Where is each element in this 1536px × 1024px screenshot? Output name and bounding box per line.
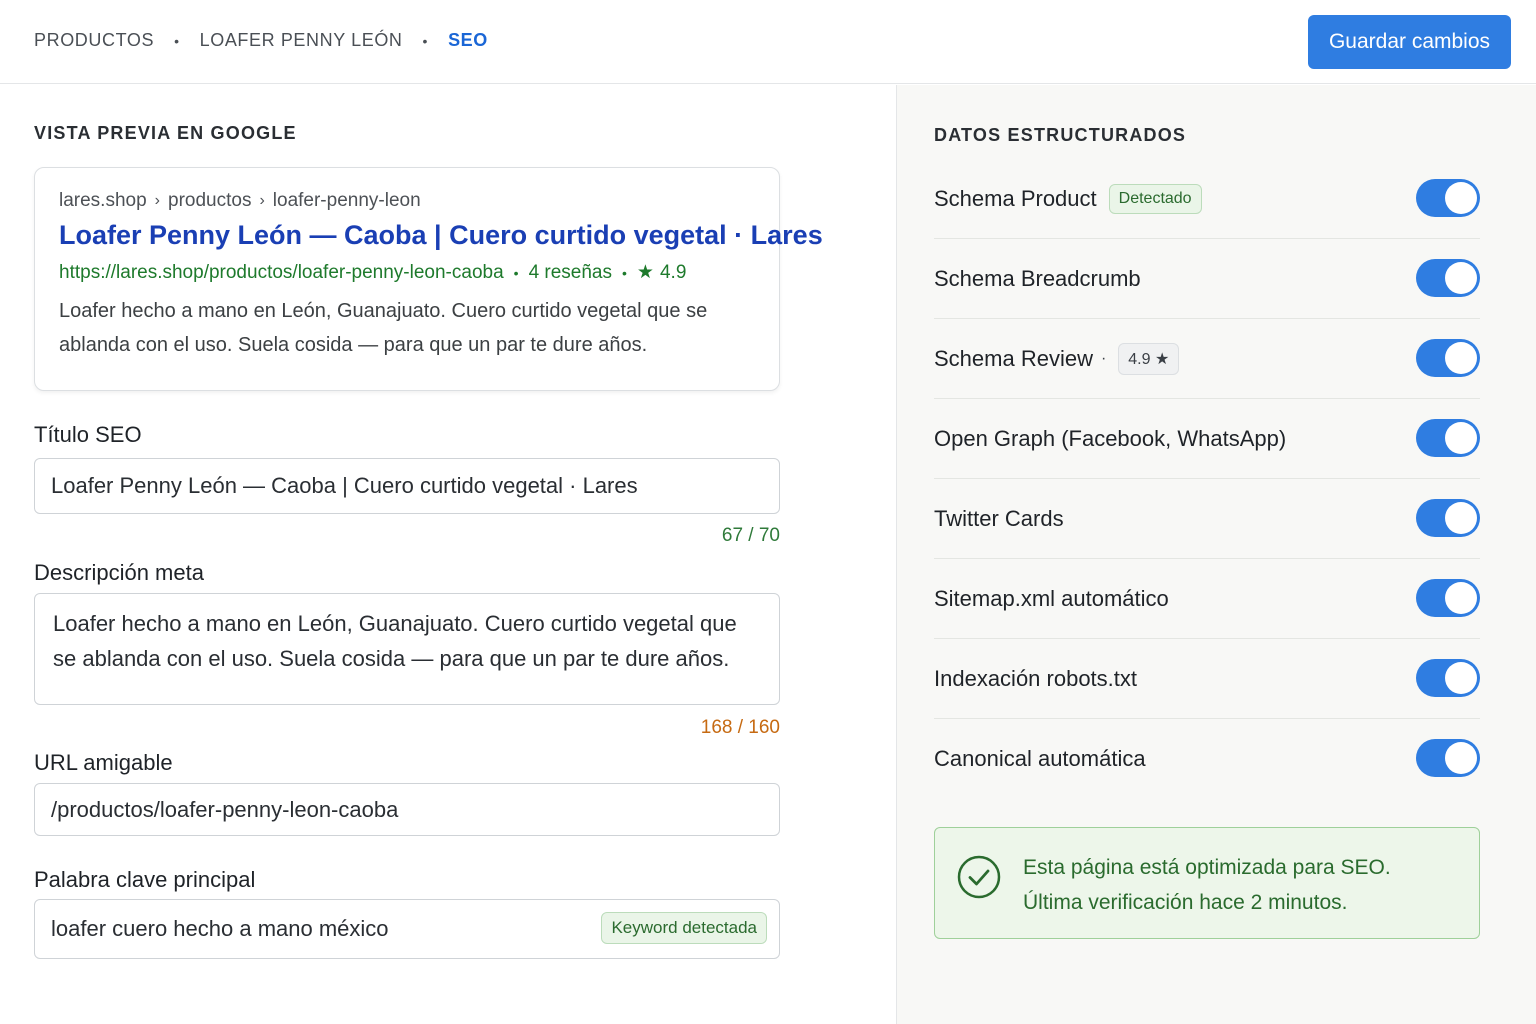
toggle-knob <box>1445 662 1477 694</box>
toggle-schema-breadcrumb[interactable] <box>1416 259 1480 297</box>
toggle-knob <box>1445 182 1477 214</box>
sd-label: Canonical automática <box>934 746 1146 771</box>
meta-description-label: Descripción meta <box>34 560 204 585</box>
toggle-knob <box>1445 502 1477 534</box>
save-button[interactable]: Guardar cambios <box>1308 15 1511 69</box>
preview-reviews: 4 reseñas <box>528 261 613 283</box>
check-circle-icon <box>957 855 1001 899</box>
friendly-url-label: URL amigable <box>34 750 173 775</box>
preview-path-segment: productos <box>168 190 252 211</box>
status-line-2: Última verificación hace 2 minutos. <box>1023 891 1348 914</box>
breadcrumb-separator: • <box>422 32 429 49</box>
sd-row-twitter-cards: Twitter Cards <box>934 479 1480 559</box>
preview-rating: 4.9 <box>659 261 687 283</box>
preview-path: lares.shop › productos › loafer-penny-le… <box>59 190 755 212</box>
toggle-schema-review[interactable] <box>1416 339 1480 377</box>
status-text: Esta página está optimizada para SEO. Úl… <box>1023 850 1391 920</box>
seo-status-box: Esta página está optimizada para SEO. Úl… <box>934 827 1480 939</box>
preview-title: Loafer Penny León — Caoba | Cuero curtid… <box>59 220 823 250</box>
toggle-canonical[interactable] <box>1416 739 1480 777</box>
friendly-url-input[interactable]: /productos/loafer-penny-leon-caoba <box>34 783 780 836</box>
seo-title-label: Título SEO <box>34 422 142 447</box>
toggle-knob <box>1445 342 1477 374</box>
breadcrumb-separator: • <box>174 32 180 49</box>
keyword-detected-badge: Keyword detectada <box>601 912 767 944</box>
structured-data-title: DATOS ESTRUCTURADOS <box>934 125 1187 145</box>
structured-data-panel: DATOS ESTRUCTURADOS Schema Product Detec… <box>896 85 1536 1024</box>
preview-url: https://lares.shop/productos/loafer-penn… <box>59 261 504 283</box>
preview-domain: lares.shop <box>59 190 147 211</box>
sd-label: Sitemap.xml automático <box>934 585 1169 611</box>
toggle-knob <box>1445 422 1477 454</box>
seo-title-input[interactable]: Loafer Penny León — Caoba | Cuero curtid… <box>34 458 780 514</box>
preview-path-segment: loafer-penny-leon <box>272 190 421 211</box>
breadcrumb: PRODUCTOS • LOAFER PENNY LEÓN • SEO <box>34 30 488 51</box>
meta-description-textarea[interactable]: Loafer hecho a mano en León, Guanajuato.… <box>34 593 780 705</box>
top-bar: PRODUCTOS • LOAFER PENNY LEÓN • SEO Guar… <box>0 0 1536 84</box>
toggle-robots[interactable] <box>1416 659 1480 697</box>
sd-row-sitemap: Sitemap.xml automático <box>934 559 1480 639</box>
preview-description: Loafer hecho a mano en León, Guanajuato.… <box>59 300 708 356</box>
sd-row-schema-breadcrumb: Schema Breadcrumb <box>934 239 1480 319</box>
google-preview-card: lares.shop › productos › loafer-penny-le… <box>34 167 823 391</box>
sd-label: Twitter Cards <box>934 505 1064 531</box>
sd-row-canonical: Canonical automática <box>934 719 1480 799</box>
sd-row-schema-product: Schema Product Detectado <box>934 159 1480 239</box>
separator: · <box>1100 349 1107 367</box>
toggle-knob <box>1445 262 1477 294</box>
toggle-sitemap[interactable] <box>1416 579 1480 617</box>
meta-description-counter: 168 / 160 <box>700 717 780 738</box>
keyword-label: Palabra clave principal <box>34 867 256 892</box>
star-icon: ★ <box>636 262 654 283</box>
sd-label: Open Graph (Facebook, WhatsApp) <box>934 425 1287 451</box>
sd-row-schema-review: Schema Review · 4.9 ★ <box>934 319 1480 399</box>
detected-badge: Detectado <box>1108 183 1202 214</box>
sd-label: Schema Product <box>934 185 1097 211</box>
keyword-value: loafer cuero hecho a mano méxico <box>51 916 389 941</box>
sd-row-robots: Indexación robots.txt <box>934 639 1480 719</box>
seo-editor-panel: VISTA PREVIA EN GOOGLE lares.shop › prod… <box>0 85 896 1024</box>
breadcrumb-item-productos[interactable]: PRODUCTOS <box>34 30 154 51</box>
status-line-1: Esta página está optimizada para SEO. <box>1023 856 1391 879</box>
dot-separator: • <box>513 264 519 281</box>
sd-label: Schema Review <box>934 345 1093 371</box>
toggle-open-graph[interactable] <box>1416 419 1480 457</box>
sd-label: Indexación robots.txt <box>934 665 1138 691</box>
path-separator: › <box>154 192 160 209</box>
seo-title-counter: 67 / 70 <box>721 525 780 546</box>
google-preview-title: VISTA PREVIA EN GOOGLE <box>34 123 297 143</box>
toggle-schema-product[interactable] <box>1416 179 1480 217</box>
rating-badge: 4.9 ★ <box>1118 342 1180 375</box>
breadcrumb-item-seo: SEO <box>448 30 488 50</box>
toggle-knob <box>1445 742 1477 774</box>
dot-separator: • <box>622 264 627 281</box>
toggle-twitter-cards[interactable] <box>1416 499 1480 537</box>
keyword-input[interactable]: loafer cuero hecho a mano méxico Keyword… <box>34 899 780 959</box>
toggle-knob <box>1445 582 1477 614</box>
preview-url-row: https://lares.shop/productos/loafer-penn… <box>59 261 755 284</box>
sd-label: Schema Breadcrumb <box>934 265 1141 291</box>
sd-row-open-graph: Open Graph (Facebook, WhatsApp) <box>934 399 1480 479</box>
breadcrumb-item-product[interactable]: LOAFER PENNY LEÓN <box>200 30 403 51</box>
path-separator: › <box>259 192 265 209</box>
